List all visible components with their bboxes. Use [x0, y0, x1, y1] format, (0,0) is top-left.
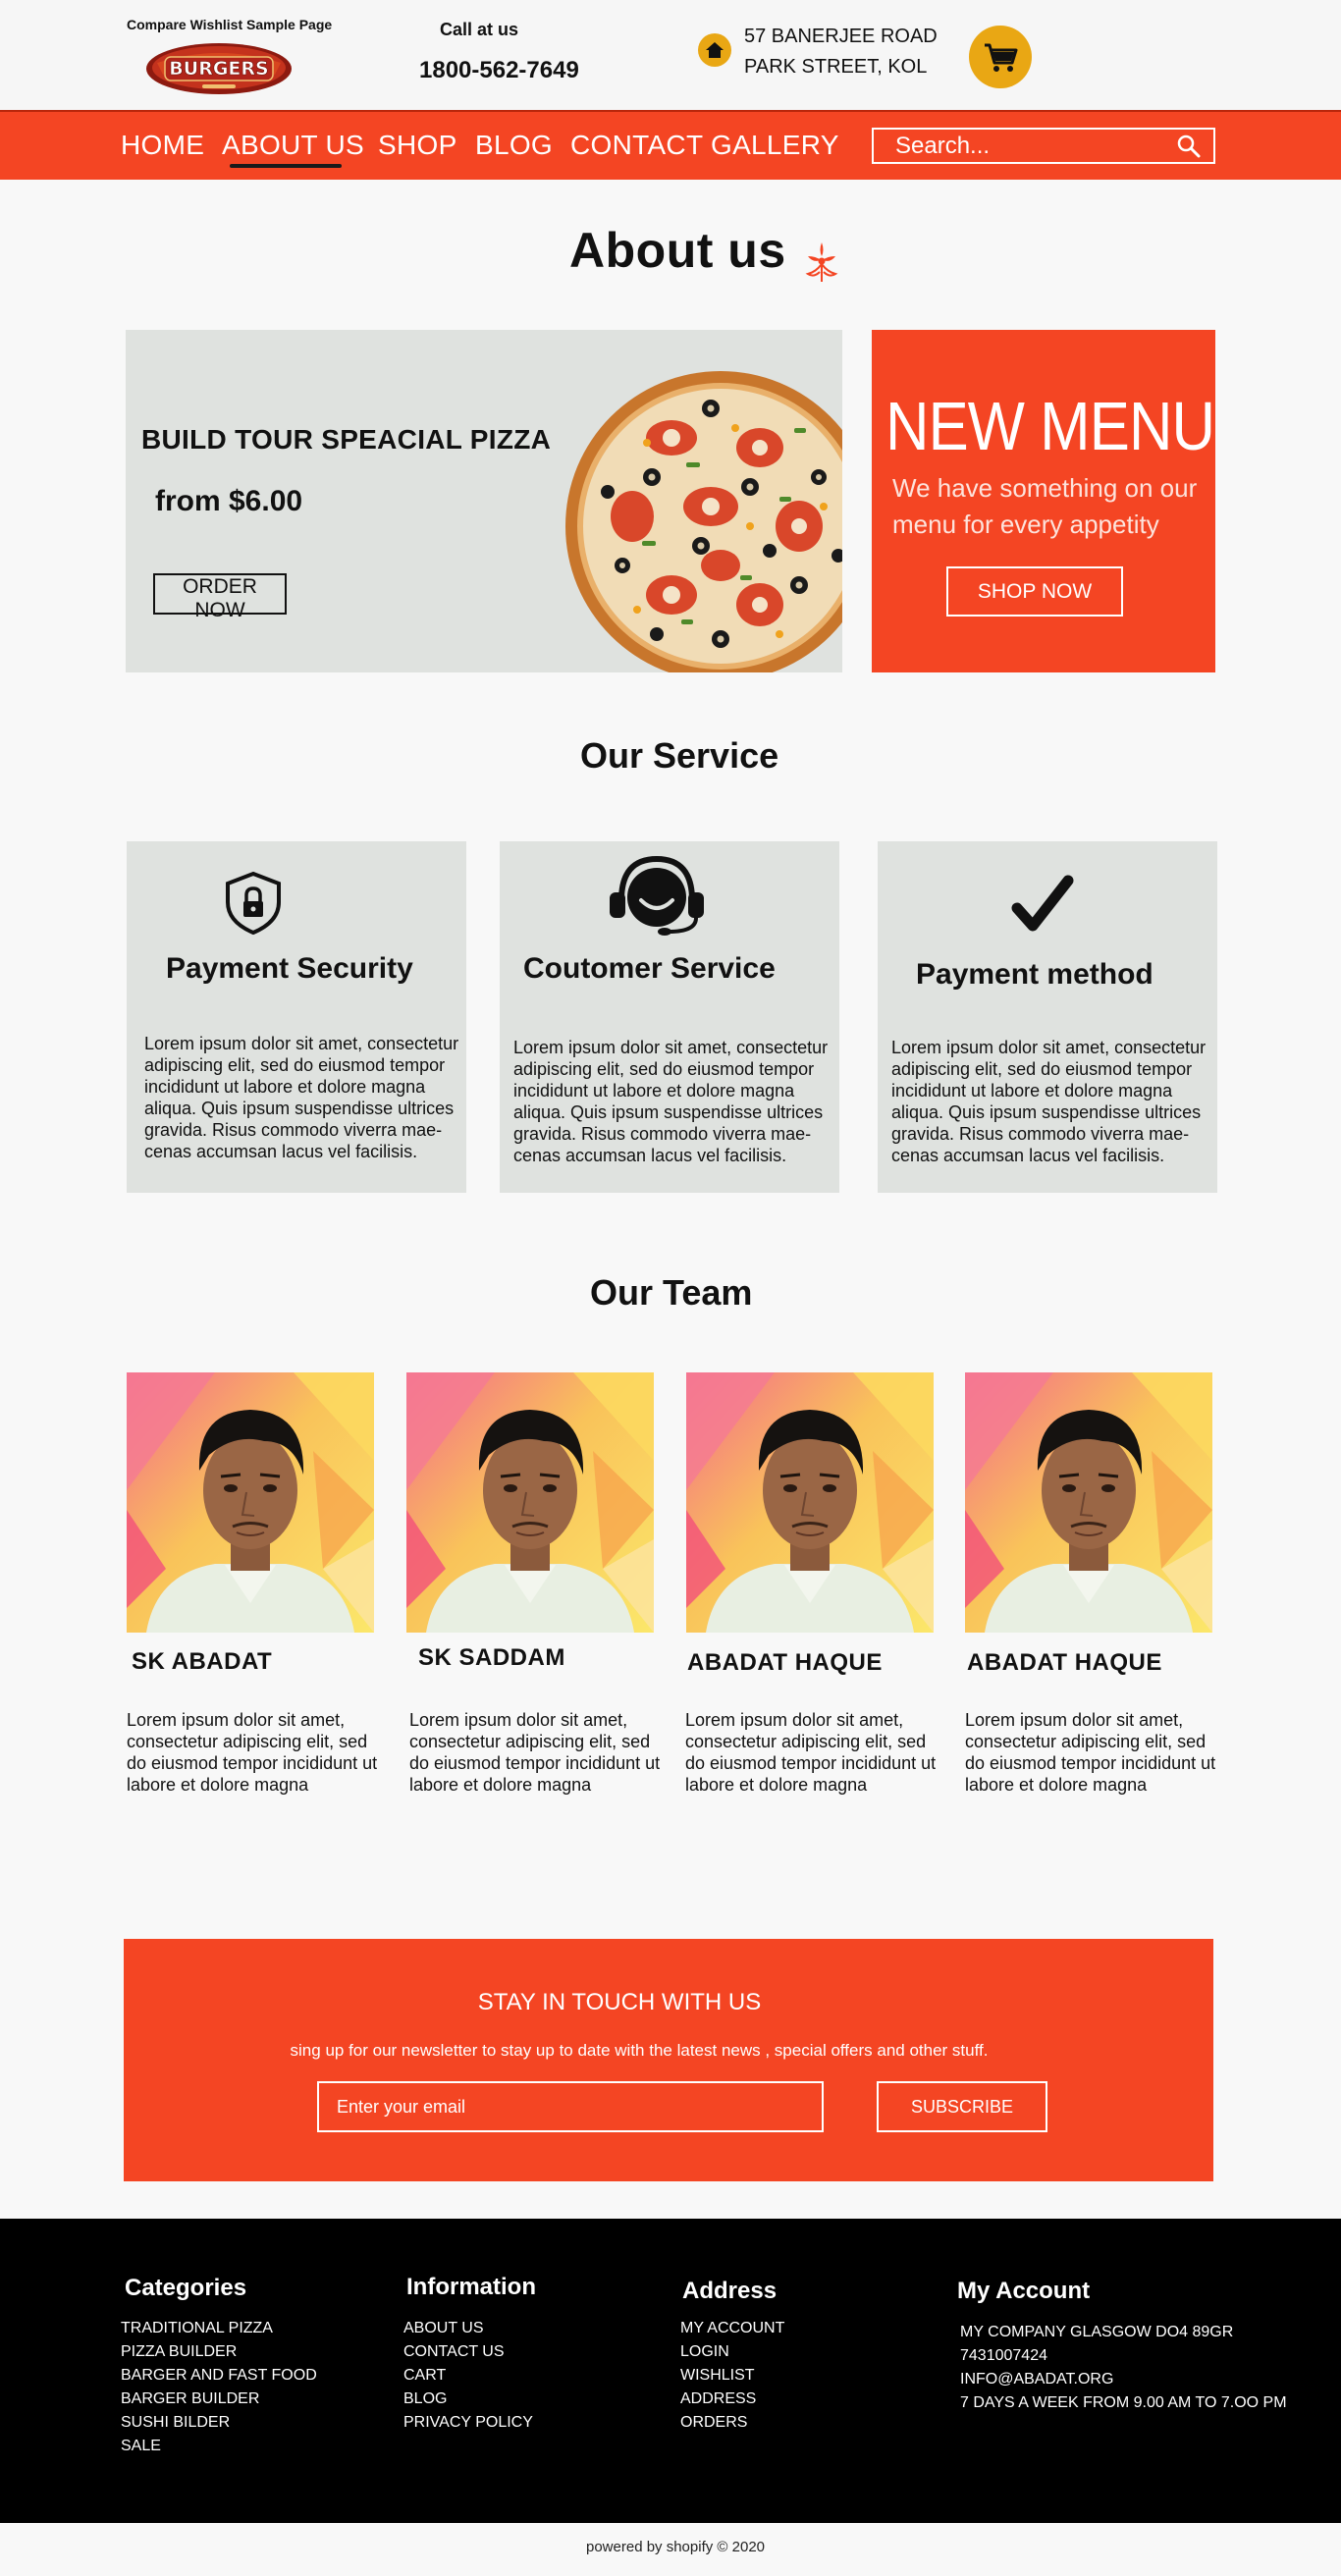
new-menu-title: NEW MENU: [885, 388, 1215, 464]
newsletter-subtitle: sing up for our newsletter to stay up to…: [290, 2041, 989, 2060]
phone-number[interactable]: 1800-562-7649: [419, 57, 579, 84]
company-email[interactable]: INFO@ABADAT.ORG: [960, 2368, 1287, 2391]
home-icon: [698, 33, 731, 67]
nav-shop[interactable]: SHOP: [378, 130, 457, 161]
footer-link[interactable]: BARGER AND FAST FOOD: [121, 2364, 317, 2388]
service-text: Lorem ipsum dolor sit amet, consectetur …: [891, 1038, 1207, 1165]
footer: Categories TRADITIONAL PIZZA PIZZA BUILD…: [0, 2219, 1341, 2523]
service-card-payment-security: Payment Security Lorem ipsum dolor sit a…: [127, 841, 466, 1193]
footer-link[interactable]: TRADITIONAL PIZZA: [121, 2317, 317, 2340]
shield-lock-icon: [226, 871, 281, 936]
checkmark-icon: [1011, 875, 1074, 932]
cart-icon: [985, 43, 1018, 72]
member-photo: [127, 1372, 374, 1633]
service-title: Payment method: [916, 958, 1153, 991]
footer-link[interactable]: LOGIN: [680, 2340, 784, 2364]
footer-link[interactable]: SUSHI BILDER: [121, 2411, 317, 2435]
page-title: About us: [569, 223, 786, 278]
footer-link[interactable]: SALE: [121, 2435, 317, 2458]
company-phone: 7431007424: [960, 2347, 1047, 2364]
newsletter-section: STAY IN TOUCH WITH US sing up for our ne…: [124, 1939, 1213, 2181]
email-input[interactable]: [317, 2081, 824, 2132]
footer-categories-list: TRADITIONAL PIZZA PIZZA BUILDER BARGER A…: [121, 2317, 317, 2458]
member-name: ABADAT HAQUE: [687, 1649, 883, 1676]
service-title: Payment Security: [166, 952, 413, 985]
footer-link[interactable]: BLOG: [403, 2388, 533, 2411]
service-title: Coutomer Service: [523, 952, 776, 985]
search-icon[interactable]: [1176, 134, 1202, 159]
member-photo: [686, 1372, 934, 1633]
footer-address-list: MY ACCOUNT LOGIN WISHLIST ADDRESS ORDERS: [680, 2317, 784, 2435]
member-photo: [965, 1372, 1212, 1633]
call-label: Call at us: [440, 20, 519, 39]
address-line-1: 57 BANERJEE ROAD: [744, 26, 938, 47]
nav-blog[interactable]: BLOG: [475, 130, 553, 161]
footer-link[interactable]: ADDRESS: [680, 2388, 784, 2411]
new-menu-banner: NEW MENU We have something on our menu f…: [872, 330, 1215, 672]
service-card-payment-method: Payment method Lorem ipsum dolor sit ame…: [878, 841, 1217, 1193]
member-bio: Lorem ipsum dolor sit amet, consectetur …: [409, 1710, 661, 1795]
nav-home[interactable]: HOME: [121, 130, 204, 161]
pizza-promo-banner: BUILD TOUR SPEACIAL PIZZA from $6.00 ORD…: [126, 330, 842, 672]
footer-link[interactable]: MY ACCOUNT: [680, 2317, 784, 2340]
company-address: MY COMPANY GLASGOW DO4 89GR: [960, 2324, 1234, 2340]
active-nav-indicator: [230, 164, 342, 168]
newsletter-title: STAY IN TOUCH WITH US: [477, 1989, 762, 2015]
headset-icon: [610, 855, 704, 936]
subscribe-button[interactable]: SUBSCRIBE: [877, 2081, 1047, 2132]
nav-contact[interactable]: CONTACT: [570, 130, 703, 161]
member-photo: [406, 1372, 654, 1633]
member-bio: Lorem ipsum dolor sit amet, consectetur …: [685, 1710, 937, 1795]
svg-text:BURGERS: BURGERS: [169, 58, 268, 80]
wishlist-link[interactable]: Compare Wishlist Sample Page: [127, 17, 332, 32]
top-bar: Compare Wishlist Sample Page BURGERS Cal…: [0, 0, 1341, 110]
promo-price: from $6.00: [155, 485, 303, 517]
service-card-customer-service: Coutomer Service Lorem ipsum dolor sit a…: [500, 841, 839, 1193]
footer-account-title: My Account: [957, 2278, 1091, 2304]
footer-account-list: MY COMPANY GLASGOW DO4 89GR 7431007424 I…: [960, 2321, 1287, 2415]
promo-title: BUILD TOUR SPEACIAL PIZZA: [141, 424, 552, 455]
pizza-image: [565, 371, 842, 672]
footer-link[interactable]: WISHLIST: [680, 2364, 784, 2388]
member-bio: Lorem ipsum dolor sit amet, consectetur …: [127, 1710, 378, 1795]
member-name: ABADAT HAQUE: [967, 1649, 1162, 1676]
footer-link[interactable]: CONTACT US: [403, 2340, 533, 2364]
address-line-2: PARK STREET, KOL: [744, 56, 928, 78]
footer-information-list: ABOUT US CONTACT US CART BLOG PRIVACY PO…: [403, 2317, 533, 2435]
cart-button[interactable]: [969, 26, 1032, 88]
footer-link[interactable]: CART: [403, 2364, 533, 2388]
main-nav: HOME ABOUT US SHOP BLOG CONTACT GALLERY: [0, 110, 1341, 180]
shop-now-button[interactable]: SHOP NOW: [946, 566, 1123, 617]
search-input[interactable]: [874, 130, 1168, 162]
order-now-button[interactable]: ORDER NOW: [153, 573, 287, 621]
footer-categories-title: Categories: [125, 2275, 247, 2301]
search-box: [872, 128, 1215, 164]
footer-link[interactable]: ORDERS: [680, 2411, 784, 2435]
opening-hours: 7 DAYS A WEEK FROM 9.00 AM TO 7.OO PM: [960, 2394, 1287, 2411]
copyright: powered by shopify © 2020: [586, 2539, 765, 2555]
nav-about-us[interactable]: ABOUT US: [222, 130, 364, 161]
member-name: SK SADDAM: [418, 1644, 565, 1671]
flourish-icon: [805, 242, 838, 282]
nav-gallery[interactable]: GALLERY: [711, 130, 839, 161]
burgers-logo[interactable]: BURGERS: [145, 41, 293, 96]
team-section-title: Our Team: [590, 1272, 753, 1313]
service-section-title: Our Service: [580, 735, 779, 776]
member-name: SK ABADAT: [132, 1648, 273, 1675]
footer-link[interactable]: BARGER BUILDER: [121, 2388, 317, 2411]
footer-link[interactable]: PIZZA BUILDER: [121, 2340, 317, 2364]
footer-link[interactable]: PRIVACY POLICY: [403, 2411, 533, 2435]
new-menu-text: We have something on our menu for every …: [892, 473, 1198, 539]
footer-address-title: Address: [682, 2278, 778, 2304]
footer-information-title: Information: [406, 2274, 536, 2300]
service-text: Lorem ipsum dolor sit amet, consectetur …: [144, 1034, 459, 1161]
footer-link[interactable]: ABOUT US: [403, 2317, 533, 2340]
member-bio: Lorem ipsum dolor sit amet, consectetur …: [965, 1710, 1216, 1795]
service-text: Lorem ipsum dolor sit amet, consectetur …: [513, 1038, 829, 1165]
